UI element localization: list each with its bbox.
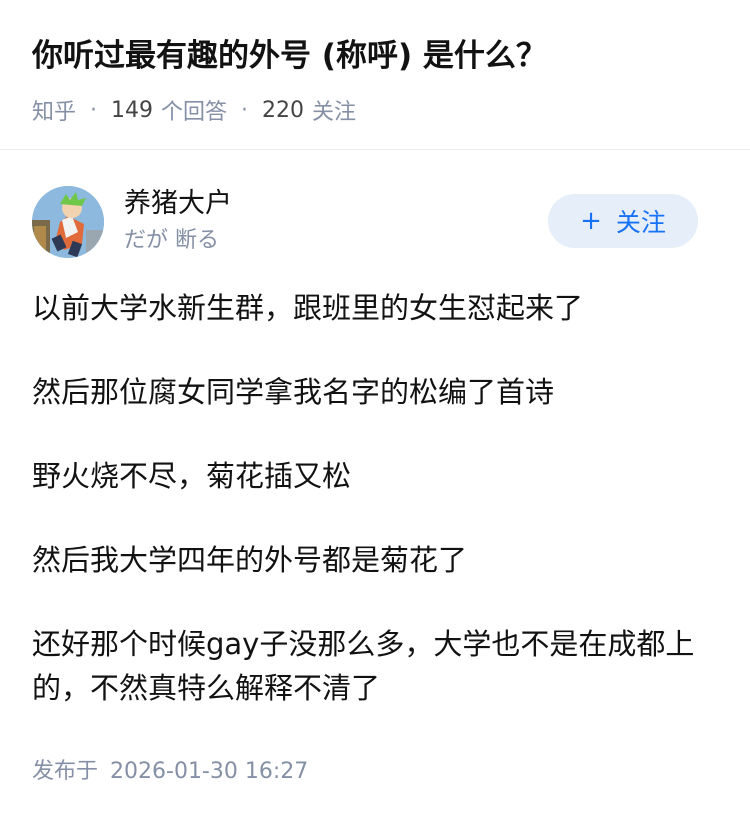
answer-paragraph: 然后我大学四年的外号都是菊花了: [32, 543, 468, 577]
plus-icon: +: [580, 206, 602, 236]
author-name[interactable]: 养猪大户: [124, 186, 232, 222]
meta-separator: ·: [241, 97, 249, 123]
answer-paragraph: 还好那个时候gay子没那么多，大学也不是在成都上的，不然真特么解释不清了: [32, 627, 695, 705]
question-title[interactable]: 你听过最有趣的外号 (称呼) 是什么？: [32, 34, 547, 78]
avatar[interactable]: [32, 186, 104, 258]
publish-time: 发布于 2026-01-30 16:27: [32, 757, 308, 787]
answer-paragraph: 然后那位腐女同学拿我名字的松编了首诗: [32, 375, 555, 409]
source-label[interactable]: 知乎: [32, 94, 76, 126]
avatar-image: [32, 186, 104, 258]
question-meta: 知乎 · 149 个回答 · 220 关注: [32, 94, 356, 126]
answer-content: 以前大学水新生群，跟班里的女生怼起来了 然后那位腐女同学拿我名字的松编了首诗 野…: [32, 286, 722, 750]
answer-count-label: 个回答: [161, 100, 228, 125]
follower-count-label: 关注: [312, 100, 357, 125]
publish-time-value: 2026-01-30 16:27: [110, 759, 309, 784]
follow-button-label: 关注: [615, 208, 666, 237]
follower-count: 220: [262, 97, 305, 123]
answer-count: 149: [111, 97, 154, 123]
publish-time-label: 发布于: [32, 759, 99, 784]
question-header: 你听过最有趣的外号 (称呼) 是什么？ 知乎 · 149 个回答 · 220 关…: [0, 0, 750, 150]
answer-paragraph: 以前大学水新生群，跟班里的女生怼起来了: [32, 291, 584, 325]
author-bio: だが 断る: [124, 228, 219, 253]
meta-separator: ·: [90, 97, 98, 123]
follow-button[interactable]: + 关注: [548, 194, 698, 248]
answer-paragraph: 野火烧不尽，菊花插又松: [32, 459, 352, 493]
author-info: 养猪大户 だが 断る + 关注: [32, 184, 718, 260]
